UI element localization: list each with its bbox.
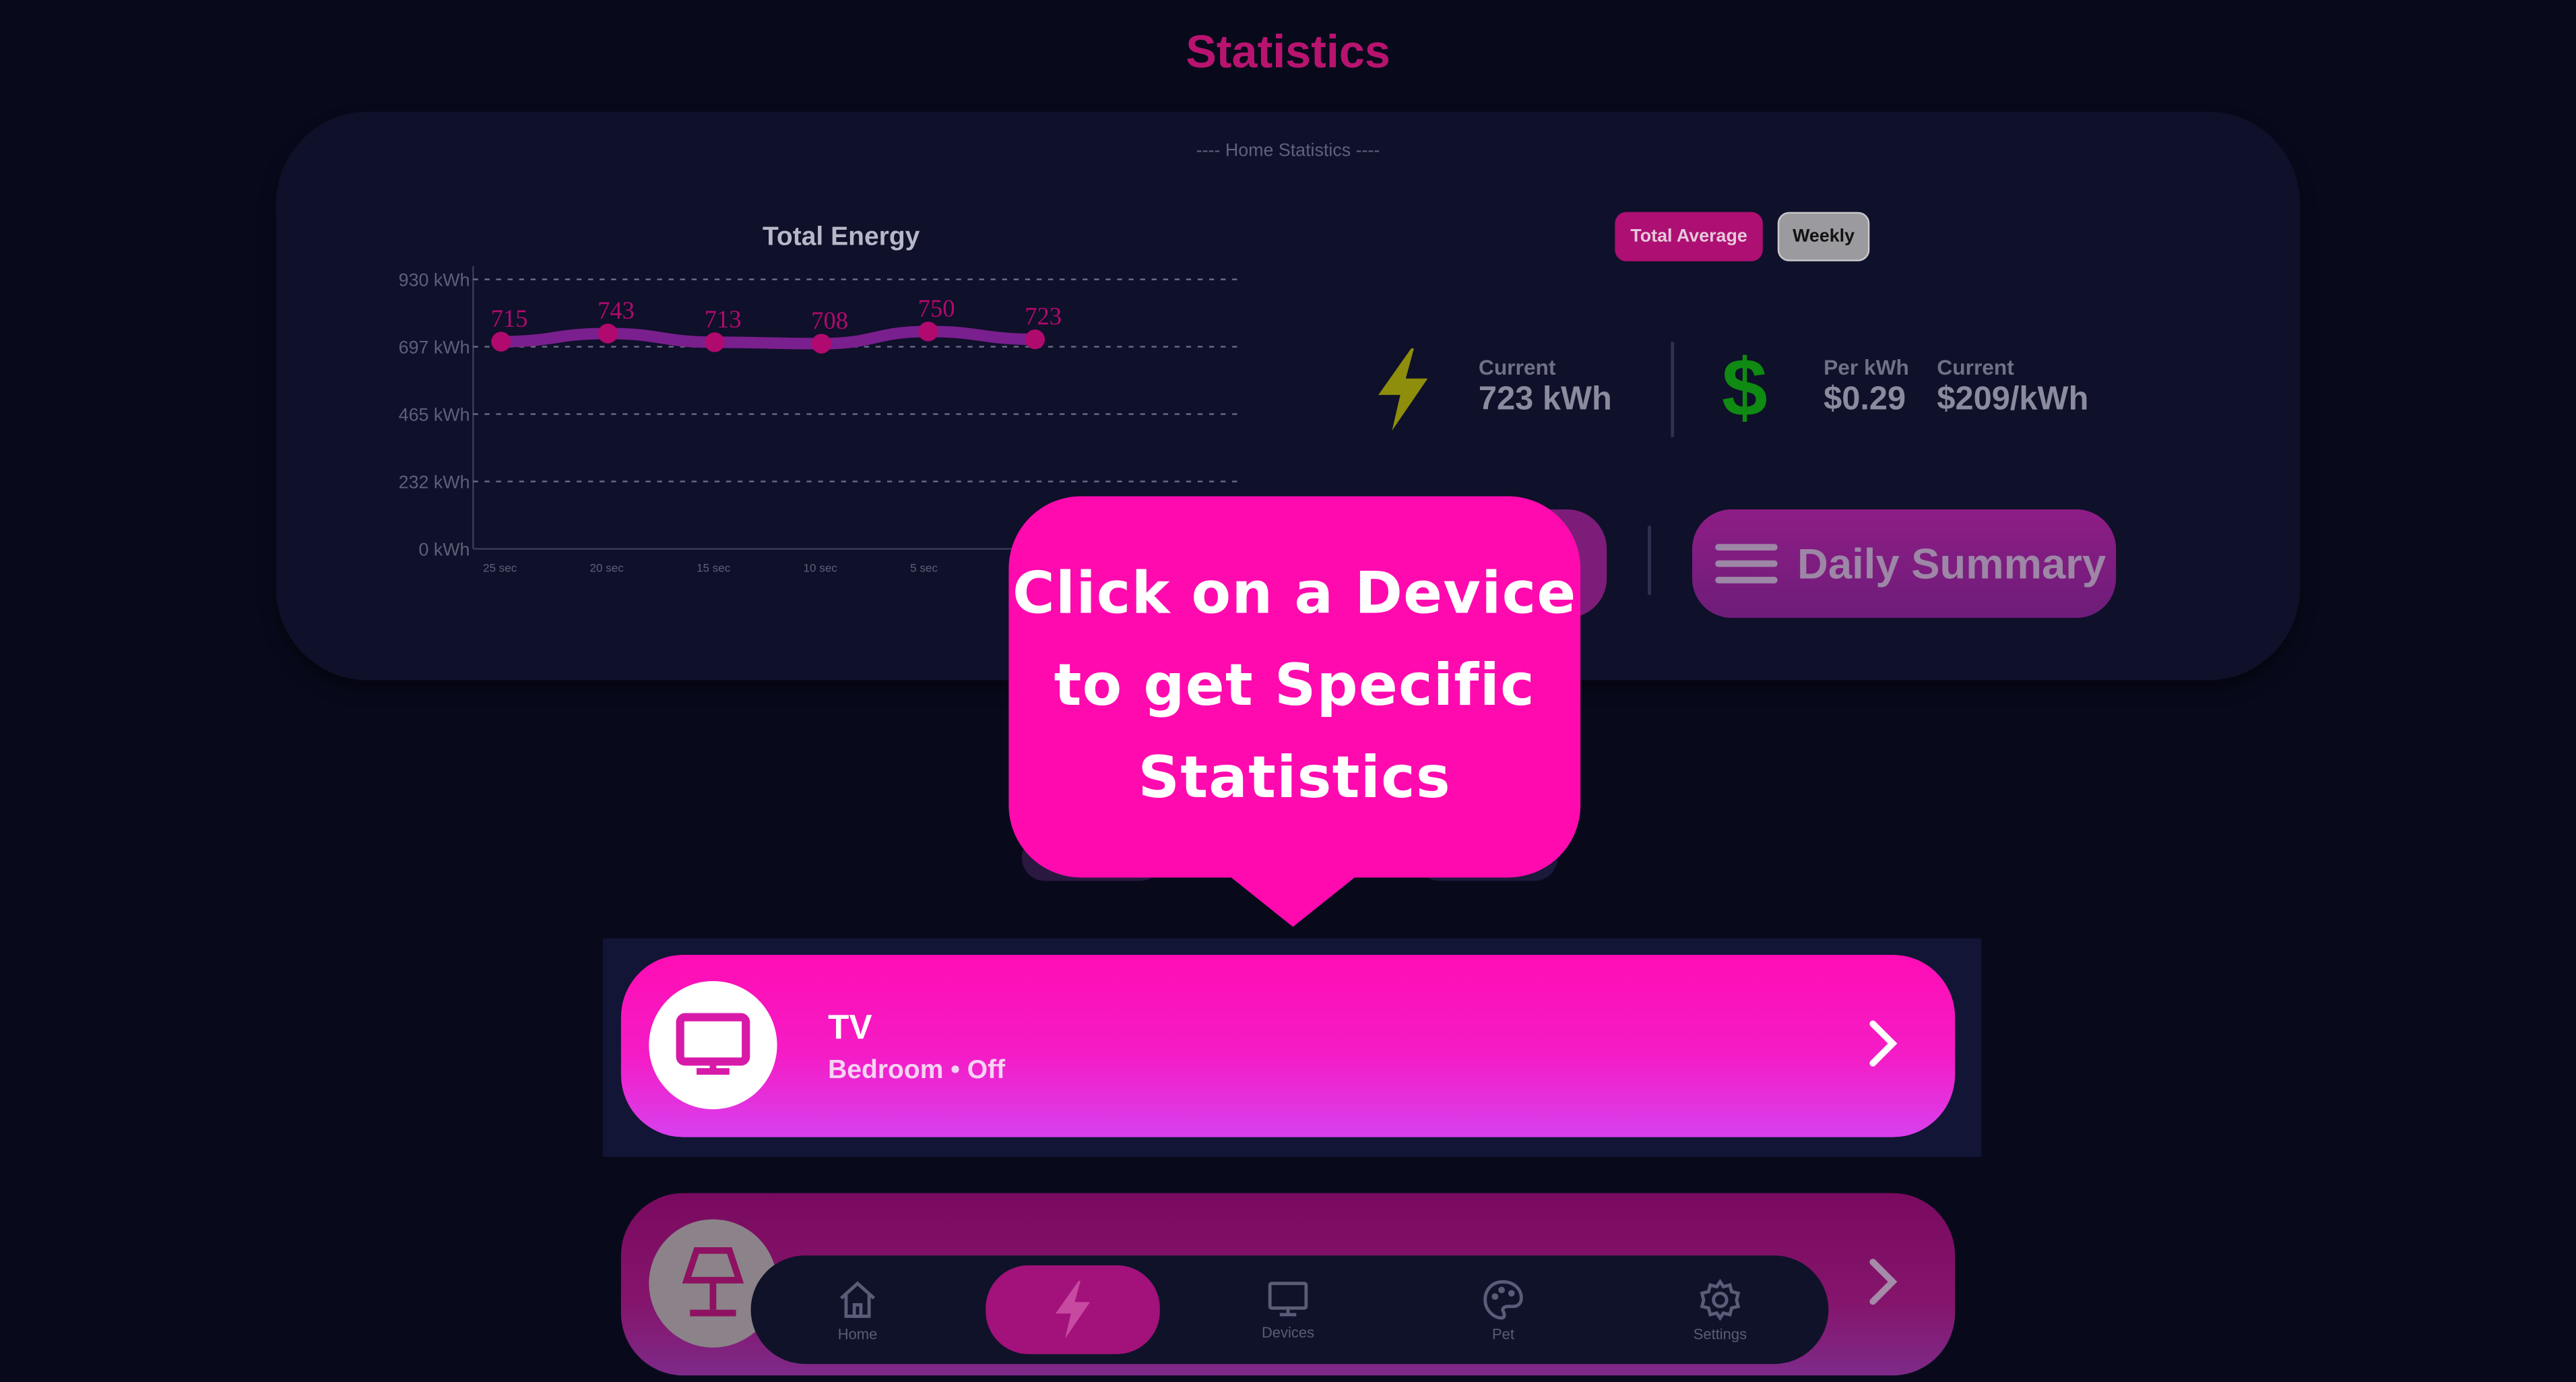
data-point bbox=[598, 323, 618, 344]
nav-pet[interactable]: Pet bbox=[1438, 1255, 1569, 1364]
y-tick-label: 0 kWh bbox=[418, 539, 470, 559]
energy-current-value: 723 kWh bbox=[1478, 381, 1612, 418]
data-label: 750 bbox=[918, 294, 955, 322]
per-kwh-label: Per kWh bbox=[1824, 354, 1909, 380]
onboarding-tooltip[interactable]: Click on a Device to get Specific Statisti… bbox=[1008, 496, 1581, 878]
per-kwh-value: $0.29 bbox=[1824, 381, 1906, 418]
x-tick-label: 25 sec bbox=[483, 562, 517, 575]
y-tick-label: 232 kWh bbox=[399, 472, 470, 492]
page-title: Statistics bbox=[1186, 26, 1390, 77]
daily-summary-button[interactable]: Daily Summary bbox=[1692, 509, 2117, 618]
nav-label: Settings bbox=[1693, 1325, 1747, 1342]
chevron-right-icon bbox=[1866, 1017, 1899, 1078]
bottom-navigation: Home Devices Pet Settings bbox=[750, 1255, 1829, 1364]
tooltip-text: Click on a Device to get Specific Statisti… bbox=[1012, 562, 1577, 812]
home-icon bbox=[840, 1280, 876, 1317]
y-tick-label: 930 kWh bbox=[399, 270, 470, 290]
menu-lines-icon bbox=[1715, 544, 1778, 584]
nav-devices[interactable]: Devices bbox=[1222, 1255, 1353, 1364]
weekly-toggle[interactable]: Weekly bbox=[1777, 212, 1870, 261]
total-average-toggle[interactable]: Total Average bbox=[1615, 212, 1763, 261]
y-tick-label: 697 kWh bbox=[399, 337, 470, 357]
data-point bbox=[918, 321, 938, 342]
data-point bbox=[1025, 329, 1045, 350]
y-tick-label: 465 kWh bbox=[399, 404, 470, 425]
lamp-icon bbox=[682, 1247, 744, 1317]
x-tick-label: 5 sec bbox=[910, 562, 938, 575]
gear-icon bbox=[1700, 1278, 1741, 1321]
monitor-icon bbox=[1268, 1281, 1308, 1316]
x-tick-label: 20 sec bbox=[590, 562, 624, 575]
device-icon-circle bbox=[649, 980, 777, 1110]
data-label: 715 bbox=[491, 305, 528, 332]
tv-monitor-icon bbox=[676, 1013, 750, 1075]
device-name: TV bbox=[828, 1009, 872, 1047]
device-subtitle: Bedroom • Off bbox=[828, 1057, 1006, 1085]
data-label: 723 bbox=[1025, 303, 1062, 330]
nav-label: Pet bbox=[1492, 1325, 1514, 1342]
device-card-tv[interactable]: TV Bedroom • Off bbox=[620, 954, 1956, 1137]
lightning-bolt-icon bbox=[1370, 348, 1436, 439]
nav-energy[interactable] bbox=[986, 1265, 1160, 1354]
data-point bbox=[811, 334, 832, 354]
palette-icon bbox=[1483, 1279, 1523, 1319]
x-tick-label: 10 sec bbox=[804, 562, 838, 575]
cost-current-label: Current bbox=[1937, 354, 2014, 380]
energy-current-label: Current bbox=[1478, 354, 1556, 380]
button-divider bbox=[1648, 526, 1651, 595]
cost-current-value: $209/kWh bbox=[1937, 381, 2089, 418]
nav-label: Home bbox=[837, 1325, 878, 1342]
nav-settings[interactable]: Settings bbox=[1654, 1255, 1786, 1364]
data-label: 743 bbox=[598, 296, 635, 324]
x-tick-label: 15 sec bbox=[697, 562, 731, 575]
data-label: 708 bbox=[811, 307, 848, 334]
lightning-bolt-icon bbox=[1055, 1281, 1091, 1339]
chevron-right-icon bbox=[1866, 1255, 1899, 1316]
daily-summary-label: Daily Summary bbox=[1797, 538, 2106, 588]
nav-label: Devices bbox=[1261, 1323, 1315, 1340]
data-label: 713 bbox=[705, 305, 742, 333]
tooltip-pointer bbox=[1227, 874, 1359, 927]
data-point bbox=[705, 332, 725, 352]
stat-divider bbox=[1671, 342, 1675, 437]
dollar-icon: $ bbox=[1721, 342, 1768, 434]
nav-home[interactable]: Home bbox=[792, 1255, 924, 1364]
series-line bbox=[495, 325, 1041, 350]
data-point bbox=[491, 332, 511, 352]
